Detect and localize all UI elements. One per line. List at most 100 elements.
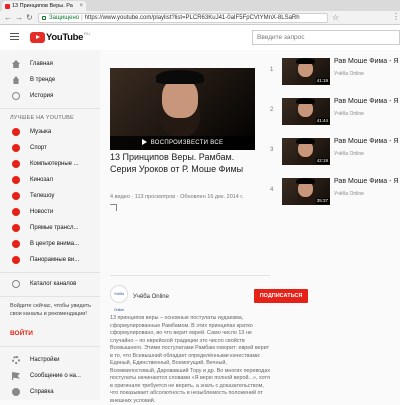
video-thumbnail[interactable]: 35:37 [282, 178, 330, 205]
home-icon [12, 60, 20, 68]
sidebar-item-label: Спорт [30, 145, 47, 151]
sidebar-item-news[interactable]: Новости [0, 204, 100, 220]
thumbnail-image [296, 178, 315, 184]
sidebar-divider [0, 108, 100, 109]
thumbnail-image [162, 78, 198, 118]
news-channel-icon [12, 208, 20, 216]
close-tab-icon[interactable]: × [79, 1, 83, 11]
sidebar-item-live[interactable]: Прямые трансл... [0, 220, 100, 236]
video-title[interactable]: Рав Моше Фима - Я ве [334, 138, 400, 145]
history-icon [12, 92, 20, 100]
youtube-region-label: RU [84, 31, 90, 36]
sidebar-item-label: Настройки [30, 357, 60, 363]
sidebar-item-label: Главная [30, 61, 53, 67]
playlist-thumbnail[interactable]: ВОСПРОИЗВЕСТИ ВСЕ [110, 68, 255, 150]
sidebar-item-sport[interactable]: Спорт [0, 140, 100, 156]
trending-icon [13, 76, 19, 84]
sidebar-item-label: Музыка [30, 129, 52, 135]
bookmark-star-icon[interactable]: ☆ [332, 13, 339, 23]
sidebar-divider [0, 346, 100, 347]
sidebar-item-label: Сообщение о на... [30, 373, 81, 379]
video-index: 2 [270, 107, 274, 113]
360-video-channel-icon [12, 256, 20, 264]
video-title[interactable]: Рав Моше Фима - Я ве [334, 178, 400, 185]
sign-in-link[interactable]: ВОЙТИ [10, 330, 33, 337]
video-list-item[interactable]: 3 42:19 Рав Моше Фима - Я ве Учёба Onlin… [270, 138, 400, 178]
video-title[interactable]: Рав Моше Фима - Я ве [334, 98, 400, 105]
live-channel-icon [12, 224, 20, 232]
shuffle-icon[interactable] [110, 204, 117, 211]
video-title[interactable]: Рав Моше Фима - Я ве [334, 58, 400, 65]
video-thumbnail[interactable]: 41:19 [282, 58, 330, 85]
sidebar-item-spotlight[interactable]: В центре внима... [0, 236, 100, 252]
spotlight-channel-icon [12, 240, 20, 248]
sidebar-item-music[interactable]: Музыка [0, 124, 100, 140]
play-all-bar[interactable]: ВОСПРОИЗВЕСТИ ВСЕ [110, 136, 255, 150]
sidebar-item-tvshows[interactable]: Телешоу [0, 188, 100, 204]
gaming-channel-icon [12, 160, 20, 168]
movies-channel-icon [12, 176, 20, 184]
address-bar[interactable]: Защищено | https://www.youtube.com/playlis… [38, 13, 328, 23]
video-index: 4 [270, 187, 274, 193]
video-channel[interactable]: Учёба Online [334, 111, 364, 117]
thumbnail-image [156, 70, 204, 84]
sidebar-item-home[interactable]: Главная [0, 56, 100, 72]
sidebar-item-catalog[interactable]: Каталог каналов [0, 276, 100, 292]
channel-name[interactable]: Учёба Online [133, 294, 169, 300]
sidebar-item-label: Прямые трансл... [30, 225, 79, 231]
sidebar-item-trending[interactable]: В тренде [0, 72, 100, 88]
url-separator: | [81, 15, 83, 21]
flag-icon [12, 372, 20, 380]
subscribe-button[interactable]: ПОДПИСАТЬСЯ [254, 289, 308, 303]
tvshows-channel-icon [12, 192, 20, 200]
reload-icon[interactable]: ↻ [26, 13, 33, 23]
gear-icon [12, 356, 20, 364]
play-all-label: ВОСПРОИЗВЕСТИ ВСЕ [150, 140, 224, 146]
channel-avatar[interactable]: Учёба Online [110, 285, 128, 312]
search-input[interactable]: Введите запрос [252, 30, 400, 45]
lock-icon [42, 16, 46, 20]
browser-menu-icon[interactable]: ⋮ [392, 12, 400, 22]
sidebar-item-label: История [30, 93, 54, 99]
forward-arrow-icon[interactable]: → [15, 13, 23, 23]
playlist-stats: 4 видео · 113 просмотров · Обновлен 16 д… [110, 194, 244, 200]
sidebar-item-label: В тренде [30, 77, 56, 83]
sidebar-item-gaming[interactable]: Компьютерные ... [0, 156, 100, 172]
video-channel[interactable]: Учёба Online [334, 151, 364, 157]
video-channel[interactable]: Учёба Online [334, 191, 364, 197]
sidebar-item-360[interactable]: Панорамные ви... [0, 252, 100, 268]
sidebar-item-report[interactable]: Сообщение о на... [0, 368, 100, 384]
sidebar-divider [0, 296, 100, 297]
sidebar: Главная В тренде История ЛУЧШЕЕ НА YOUTU… [0, 50, 100, 400]
video-index: 3 [270, 147, 274, 153]
sidebar-item-movies[interactable]: Кинозал [0, 172, 100, 188]
sidebar-item-label: Новости [30, 209, 54, 215]
video-thumbnail[interactable]: 41:44 [282, 98, 330, 125]
video-list-item[interactable]: 4 35:37 Рав Моше Фима - Я ве Учёба Onlin… [270, 178, 400, 218]
sidebar-section-heading: ЛУЧШЕЕ НА YOUTUBE [10, 115, 74, 121]
thumbnail-image [296, 138, 315, 144]
playlist-description: 13 принципов веры – основные постулаты и… [110, 315, 271, 404]
youtube-logo[interactable]: YouTube RU [30, 31, 90, 43]
video-duration: 41:19 [315, 78, 329, 84]
video-thumbnail[interactable]: 42:19 [282, 138, 330, 165]
browser-toolbar: ← → ↻ Защищено | https://www.youtube.com/p… [0, 11, 400, 25]
hamburger-menu-icon[interactable] [10, 33, 19, 40]
browser-tab[interactable]: 13 Принципов Веры. Ра × [2, 1, 86, 11]
back-arrow-icon[interactable]: ← [4, 13, 12, 23]
help-icon [12, 388, 20, 396]
video-list-item[interactable]: 2 41:44 Рав Моше Фима - Я ве Учёба Onlin… [270, 98, 400, 138]
sidebar-item-help[interactable]: Справка [0, 384, 100, 400]
video-channel[interactable]: Учёба Online [334, 71, 364, 77]
sport-channel-icon [12, 144, 20, 152]
video-list-item[interactable]: 1 41:19 Рав Моше Фима - Я ве Учёба Onlin… [270, 58, 400, 98]
url-text: https://www.youtube.com/playlist?list=PL… [84, 15, 300, 21]
sidebar-divider [0, 272, 100, 273]
video-duration: 35:37 [315, 198, 329, 204]
sidebar-item-label: Телешоу [30, 193, 55, 199]
playlist-divider [110, 275, 270, 276]
sidebar-item-history[interactable]: История [0, 88, 100, 104]
sidebar-item-settings[interactable]: Настройки [0, 352, 100, 368]
add-channel-icon [12, 280, 20, 288]
music-channel-icon [12, 128, 20, 136]
